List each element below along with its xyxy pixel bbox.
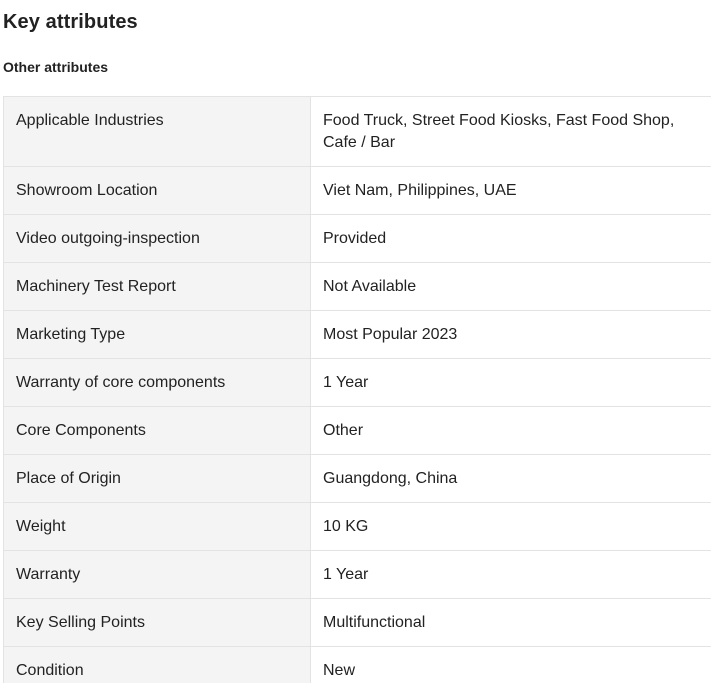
table-row: Showroom Location Viet Nam, Philippines,…: [3, 166, 711, 215]
attribute-label: Showroom Location: [3, 166, 311, 215]
attribute-label: Machinery Test Report: [3, 262, 311, 311]
section-title: Key attributes: [3, 11, 138, 33]
attribute-value: 1 Year: [310, 358, 711, 407]
attribute-label: Warranty of core components: [3, 358, 311, 407]
attribute-label: Warranty: [3, 550, 311, 599]
table-row: Applicable Industries Food Truck, Street…: [3, 96, 711, 167]
section-subtitle: Other attributes: [3, 59, 109, 75]
attribute-value: Other: [310, 406, 711, 455]
table-row: Warranty 1 Year: [3, 550, 711, 599]
attribute-label: Condition: [3, 646, 311, 683]
attribute-label: Place of Origin: [3, 454, 311, 503]
table-row: Place of Origin Guangdong, China: [3, 454, 711, 503]
attribute-value: Not Available: [310, 262, 711, 311]
attribute-value: New: [310, 646, 711, 683]
attribute-label: Core Components: [3, 406, 311, 455]
attributes-table: Applicable Industries Food Truck, Street…: [3, 96, 711, 683]
attribute-value: Multifunctional: [310, 598, 711, 647]
table-row: Marketing Type Most Popular 2023: [3, 310, 711, 359]
table-row: Machinery Test Report Not Available: [3, 262, 711, 311]
attribute-value: 1 Year: [310, 550, 711, 599]
attribute-value: Food Truck, Street Food Kiosks, Fast Foo…: [310, 96, 711, 167]
attribute-label: Applicable Industries: [3, 96, 311, 167]
table-row: Video outgoing-inspection Provided: [3, 214, 711, 263]
attribute-value: Guangdong, China: [310, 454, 711, 503]
attribute-label: Marketing Type: [3, 310, 311, 359]
attribute-value: 10 KG: [310, 502, 711, 551]
attribute-label: Weight: [3, 502, 311, 551]
attribute-label: Key Selling Points: [3, 598, 311, 647]
table-row: Key Selling Points Multifunctional: [3, 598, 711, 647]
attribute-label: Video outgoing-inspection: [3, 214, 311, 263]
table-row: Weight 10 KG: [3, 502, 711, 551]
attribute-value: Provided: [310, 214, 711, 263]
key-attributes-section: Key attributes Other attributes Applicab…: [0, 0, 711, 683]
attribute-value: Most Popular 2023: [310, 310, 711, 359]
table-row: Condition New: [3, 646, 711, 683]
table-row: Warranty of core components 1 Year: [3, 358, 711, 407]
attribute-value: Viet Nam, Philippines, UAE: [310, 166, 711, 215]
table-row: Core Components Other: [3, 406, 711, 455]
